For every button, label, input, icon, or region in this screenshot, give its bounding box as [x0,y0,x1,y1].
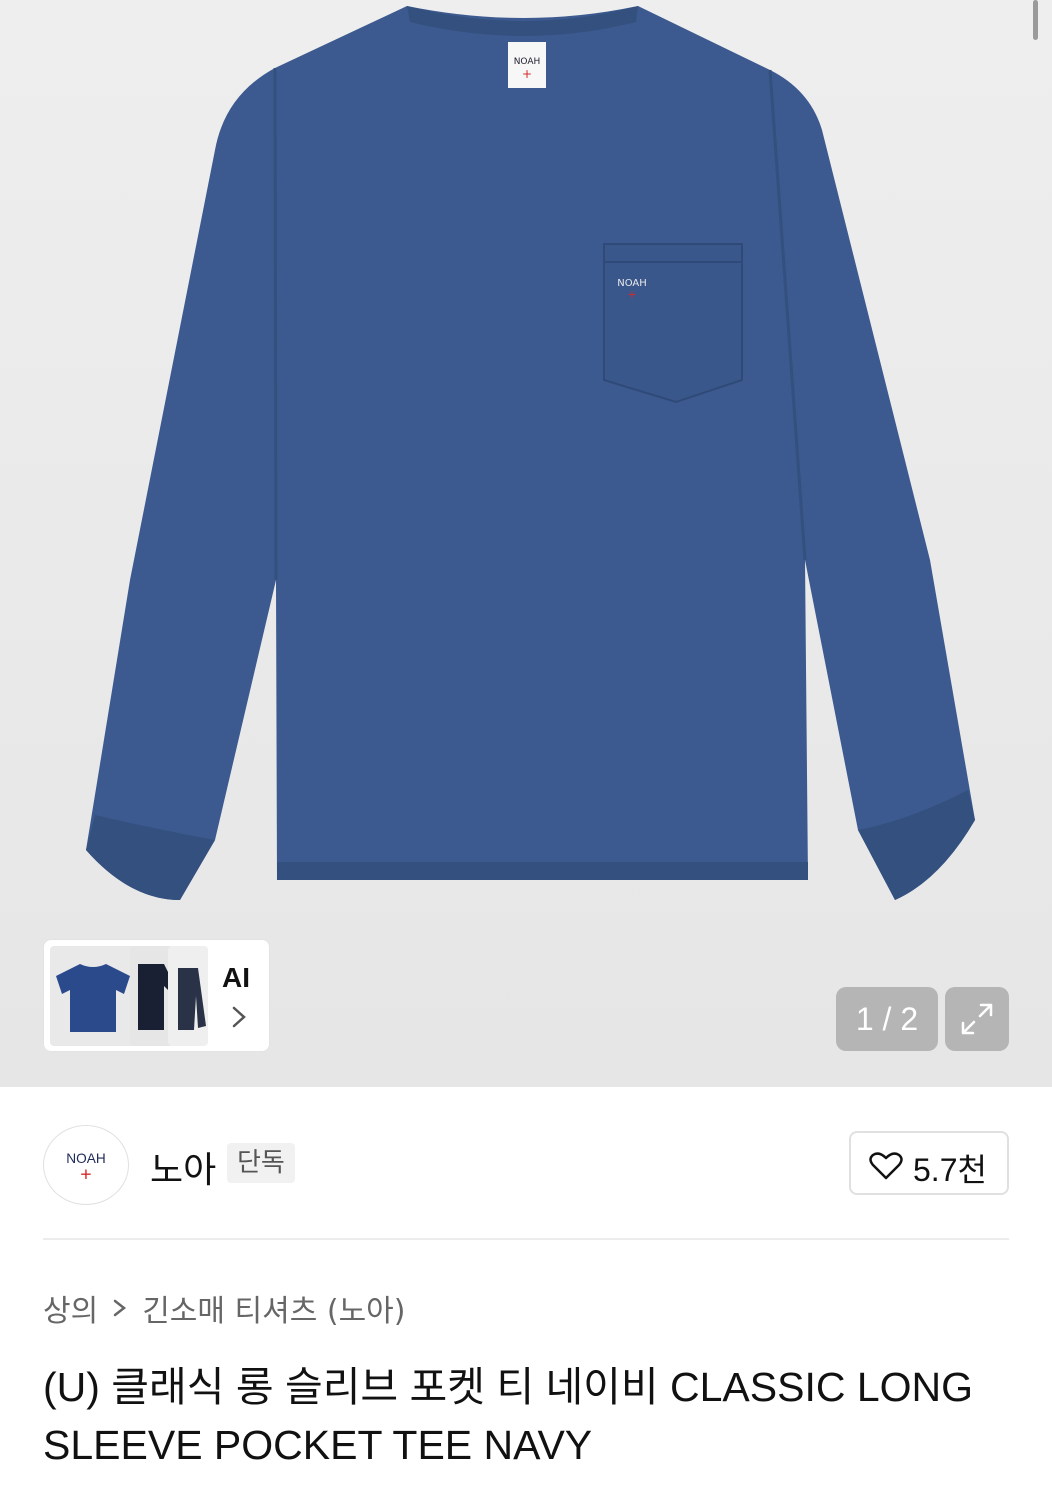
svg-text:+: + [80,1164,91,1186]
chevron-right-icon [113,1299,127,1317]
breadcrumb-subcategory[interactable]: 긴소매 티셔츠 (노아) [142,1286,405,1330]
ai-label: AI [222,962,250,993]
svg-text:+: + [522,67,532,81]
like-count: 5.7천 [913,1152,987,1188]
divider [43,1238,1009,1240]
thumbnail-1[interactable] [50,946,136,1046]
tag-logo-text: NOAH [514,57,541,67]
brand-name[interactable]: 노아 [150,1141,216,1193]
page-counter: 1 / 2 [836,987,938,1051]
product-gallery[interactable]: NOAH + NOAH + AI 1 / 2 [0,0,1052,1087]
chevron-right-icon [232,1006,246,1028]
brand-row: NOAH + 노아 단독 5.7천 [43,1125,1009,1205]
shirt-body [86,6,975,900]
pocket [603,243,743,404]
exclusive-badge: 단독 [227,1143,295,1183]
product-title: (U) 클래식 롱 슬리브 포켓 티 네이비 CLASSIC LONG SLEE… [43,1364,974,1468]
brand-logo[interactable]: NOAH + [43,1125,129,1205]
expand-icon [961,1003,993,1035]
svg-text:+: + [627,288,636,301]
expand-button[interactable] [945,987,1009,1051]
like-button[interactable]: 5.7천 [849,1131,1009,1195]
thumbnail-3[interactable] [168,946,208,1046]
heart-icon [869,1152,903,1180]
ai-thumbnail-strip[interactable]: AI [43,939,270,1052]
breadcrumb-category[interactable]: 상의 [43,1286,98,1330]
product-image[interactable]: NOAH + NOAH + [0,0,1052,1087]
breadcrumb: 상의 긴소매 티셔츠 (노아) [43,1286,405,1330]
